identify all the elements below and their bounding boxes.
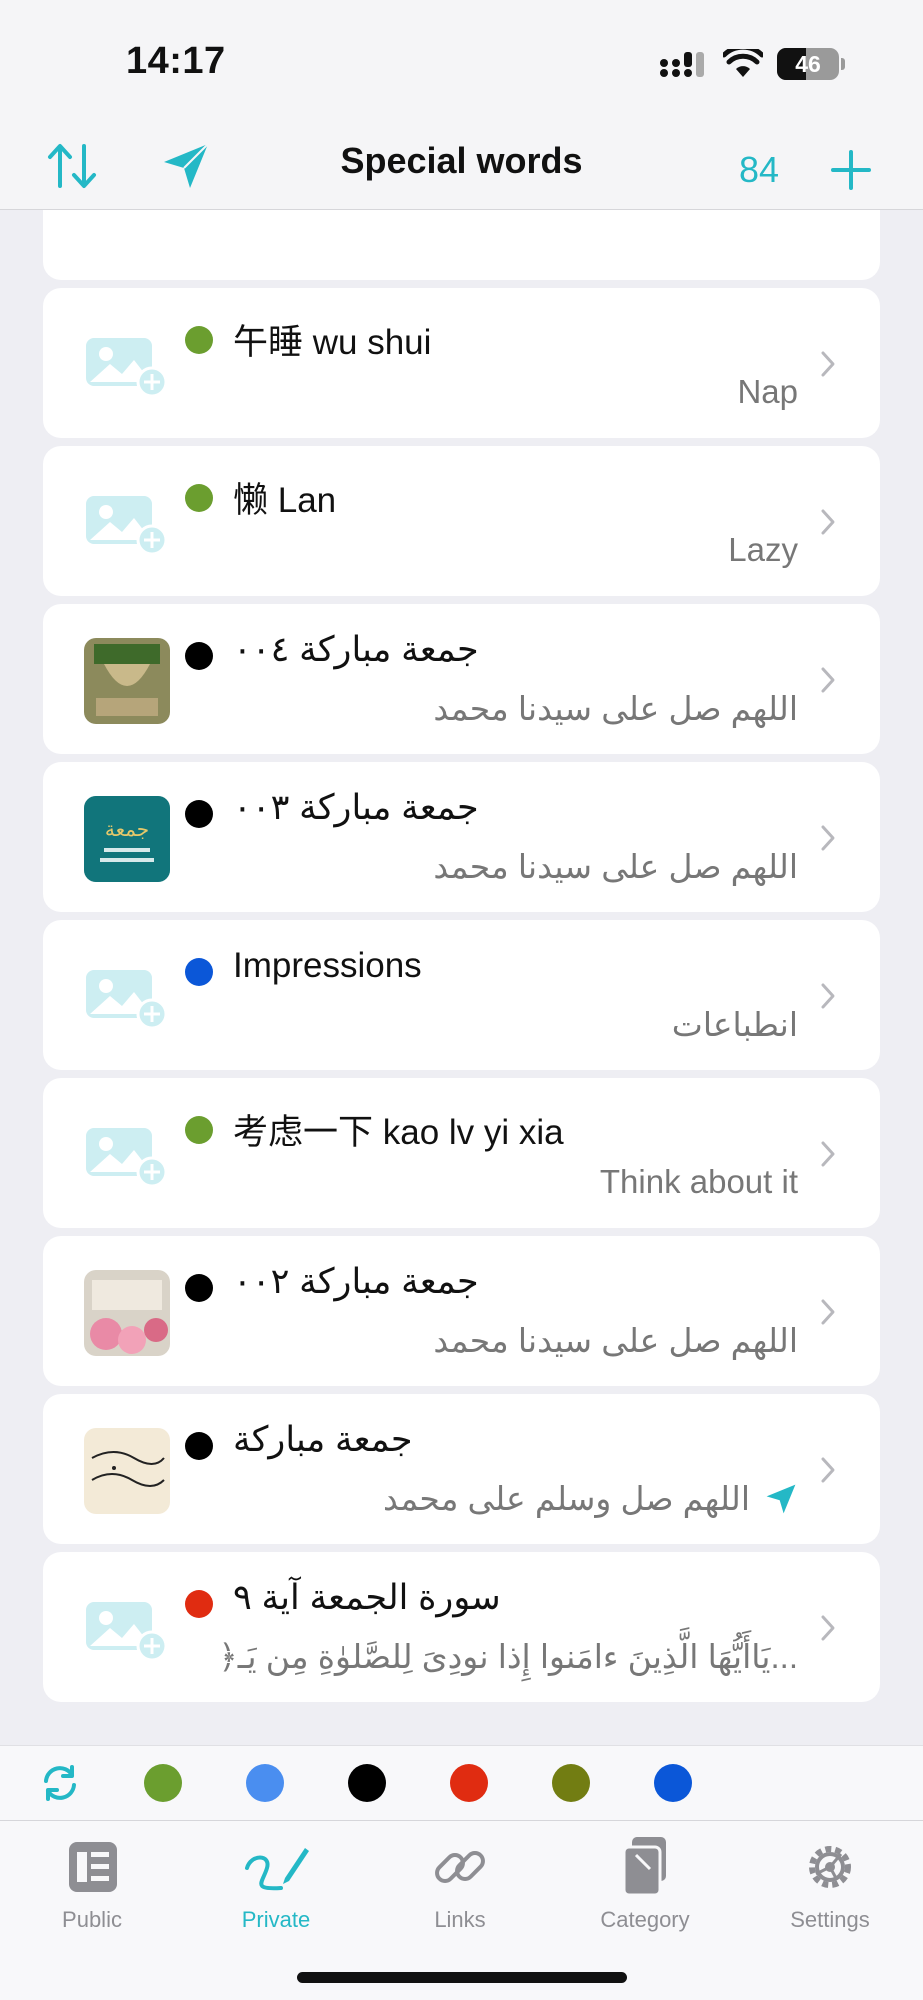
battery-indicator: 46 <box>777 48 839 80</box>
item-thumbnail[interactable] <box>84 638 170 724</box>
item-title: سورة الجمعة آية ٩ <box>233 1578 501 1617</box>
list-item[interactable]: Impressions انطباعات <box>43 920 880 1070</box>
color-tag-dot <box>185 1432 213 1460</box>
chevron-right-icon <box>816 1608 840 1648</box>
gear-icon <box>750 1835 910 1899</box>
svg-text:جمعة: جمعة <box>105 817 149 841</box>
item-translation: اللهم صل على سيدنا محمد <box>433 1322 798 1359</box>
tab-links[interactable]: Links <box>380 1835 540 1933</box>
color-filter-dot[interactable] <box>144 1764 182 1802</box>
item-title: جمعة مباركة <box>233 1420 413 1459</box>
list-item[interactable]: جمعة مباركة ٠٠٢ اللهم صل على سيدنا محمد <box>43 1236 880 1386</box>
color-tag-dot <box>185 1116 213 1144</box>
item-translation: اللهم صل على سيدنا محمد <box>433 690 798 727</box>
color-tag-dot <box>185 1274 213 1302</box>
wifi-icon <box>723 49 763 77</box>
signal-icon <box>660 52 704 77</box>
chevron-right-icon <box>816 502 840 542</box>
item-translation: اللهم صل وسلم على محمد <box>383 1479 798 1518</box>
item-thumbnail[interactable] <box>84 1428 170 1514</box>
battery-percentage: 46 <box>795 50 821 77</box>
chevron-right-icon <box>816 1292 840 1332</box>
clipboard-icon <box>565 1835 725 1899</box>
list-item[interactable]: جمعة جمعة مباركة ٠٠٣ اللهم صل على سيدنا مح… <box>43 762 880 912</box>
nav-header: Special words 84 <box>0 120 923 210</box>
item-title: Impressions <box>233 946 422 985</box>
list-item[interactable]: 午睡 wu shui Nap <box>43 288 880 438</box>
color-filter-dot[interactable] <box>246 1764 284 1802</box>
color-filter-dot[interactable] <box>348 1764 386 1802</box>
item-thumbnail[interactable]: جمعة <box>84 796 170 882</box>
list-item[interactable]: جمعة مباركة ٠٠٤ اللهم صل على سيدنا محمد <box>43 604 880 754</box>
tab-label: Public <box>62 1907 122 1932</box>
item-title: جمعة مباركة ٠٠٣ <box>233 788 479 827</box>
add-icon[interactable] <box>823 142 879 198</box>
tab-label: Category <box>600 1907 690 1932</box>
item-title: 懒 Lan <box>233 481 337 520</box>
status-bar: 14:17 46 <box>0 0 923 120</box>
chevron-right-icon <box>816 1450 840 1490</box>
tab-category[interactable]: Category <box>565 1835 725 1933</box>
add-image-icon[interactable] <box>84 1112 170 1198</box>
link-icon <box>380 1835 540 1899</box>
item-translation: Nap <box>737 373 798 410</box>
item-title: 考虑一下 kao lv yi xia <box>233 1113 564 1152</box>
item-translation: Think about it <box>599 1163 798 1200</box>
list-item[interactable]: جمعة مباركة اللهم صل وسلم على محمد <box>43 1394 880 1544</box>
color-tag-dot <box>185 958 213 986</box>
chevron-right-icon <box>816 976 840 1016</box>
item-translation-text: اللهم صل وسلم على محمد <box>383 1480 750 1517</box>
refresh-icon[interactable] <box>38 1761 82 1805</box>
item-title: جمعة مباركة ٠٠٤ <box>233 630 479 669</box>
color-filter-bar <box>0 1745 923 1820</box>
chevron-right-icon <box>816 344 840 384</box>
add-image-icon[interactable] <box>84 1586 170 1672</box>
item-translation: اللهم صل على سيدنا محمد <box>433 848 798 885</box>
list-item[interactable]: سورة الجمعة آية ٩ ﴿يَاأَيُّهَا الَّذِينَ … <box>43 1552 880 1702</box>
home-indicator <box>297 1972 627 1983</box>
tab-label: Links <box>434 1907 486 1932</box>
tab-settings[interactable]: Settings <box>750 1835 910 1933</box>
color-tag-dot <box>185 642 213 670</box>
item-translation: ﴿يَاأَيُّهَا الَّذِينَ ءامَنوا إِذا نودِ… <box>218 1638 798 1675</box>
chevron-right-icon <box>816 818 840 858</box>
tab-label: Private <box>241 1907 311 1932</box>
words-list: So embarrassing 午睡 wu shuiNap 懒 LanLazyج… <box>43 148 880 1710</box>
send-icon <box>766 1484 796 1513</box>
list-item[interactable]: 考虑一下 kao lv yi xia Think about it <box>43 1078 880 1228</box>
item-count: 84 <box>738 149 779 190</box>
color-filter-dot[interactable] <box>450 1764 488 1802</box>
tab-public[interactable]: Public <box>12 1835 172 1933</box>
document-icon <box>12 1835 172 1899</box>
item-title: جمعة مباركة ٠٠٢ <box>233 1262 479 1301</box>
tab-label: Settings <box>790 1907 870 1932</box>
item-title: 午睡 wu shui <box>233 323 432 362</box>
status-icons: 46 <box>659 44 845 84</box>
add-image-icon[interactable] <box>84 322 170 408</box>
tab-private[interactable]: Private <box>196 1835 356 1933</box>
color-tag-dot <box>185 800 213 828</box>
color-filter-dot[interactable] <box>654 1764 692 1802</box>
pencil-icon <box>196 1835 356 1899</box>
item-thumbnail[interactable] <box>84 1270 170 1356</box>
color-tag-dot <box>185 484 213 512</box>
add-image-icon[interactable] <box>84 480 170 566</box>
color-tag-dot <box>185 326 213 354</box>
chevron-right-icon <box>816 660 840 700</box>
color-filter-dot[interactable] <box>552 1764 590 1802</box>
item-translation: انطباعات <box>671 1006 798 1043</box>
list-item[interactable]: 懒 Lan Lazy <box>43 446 880 596</box>
status-time: 14:17 <box>126 40 226 82</box>
chevron-right-icon <box>816 1134 840 1174</box>
color-tag-dot <box>185 1590 213 1618</box>
item-translation: Lazy <box>728 531 798 568</box>
add-image-icon[interactable] <box>84 954 170 1040</box>
